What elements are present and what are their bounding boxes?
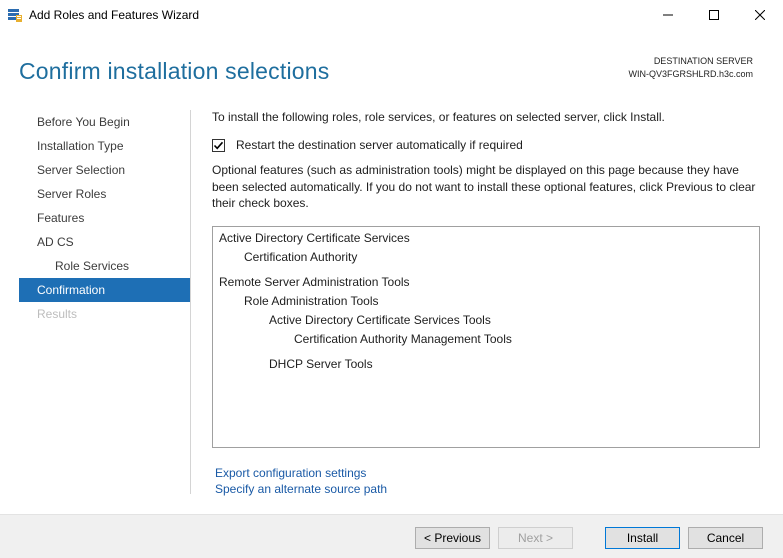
optional-features-note: Optional features (such as administratio… <box>212 163 756 210</box>
export-configuration-link[interactable]: Export configuration settings <box>215 465 387 481</box>
checkmark-icon <box>213 141 224 149</box>
destination-server-label: DESTINATION SERVER <box>653 56 753 66</box>
alternate-source-link[interactable]: Specify an alternate source path <box>215 481 387 497</box>
wizard-header: Confirm installation selections DESTINAT… <box>0 30 783 100</box>
wizard-footer: < Previous Next > Install Cancel <box>0 514 783 558</box>
minimize-icon <box>663 14 673 16</box>
selection-item: Certification Authority <box>244 250 358 264</box>
destination-server-value: WIN-QV3FGRSHLRD.h3c.com <box>628 69 753 79</box>
next-button: Next > <box>498 527 573 549</box>
wizard-nav: Before You Begin Installation Type Serve… <box>19 110 190 326</box>
maximize-icon <box>709 10 719 20</box>
nav-item-results: Results <box>37 307 78 321</box>
intro-text: To install the following roles, role ser… <box>212 110 665 124</box>
nav-item-before-you-begin[interactable]: Before You Begin <box>19 110 190 134</box>
close-icon <box>755 10 765 20</box>
nav-item-confirmation[interactable]: Confirmation <box>19 278 190 302</box>
restart-option[interactable]: Restart the destination server automatic… <box>212 138 523 152</box>
nav-divider <box>190 110 191 494</box>
restart-checkbox[interactable] <box>212 138 225 152</box>
nav-item-features[interactable]: Features <box>19 206 190 230</box>
close-button[interactable] <box>737 0 783 30</box>
maximize-button[interactable] <box>691 0 737 30</box>
restart-label[interactable]: Restart the destination server automatic… <box>236 138 523 152</box>
window-title: Add Roles and Features Wizard <box>29 8 200 22</box>
selection-item: Role Administration Tools <box>244 294 379 308</box>
title-bar: Add Roles and Features Wizard <box>0 0 783 30</box>
install-button[interactable]: Install <box>605 527 680 549</box>
nav-item-ad-cs[interactable]: AD CS <box>19 230 190 254</box>
selection-item: Active Directory Certificate Services <box>219 231 410 245</box>
page-title: Confirm installation selections <box>19 58 330 84</box>
nav-item-server-roles[interactable]: Server Roles <box>19 182 190 206</box>
server-manager-icon <box>8 9 22 22</box>
minimize-button[interactable] <box>645 0 691 30</box>
nav-item-role-services[interactable]: Role Services <box>19 254 190 278</box>
selection-item: Active Directory Certificate Services To… <box>269 313 491 327</box>
selection-list[interactable]: Active Directory Certificate Services Ce… <box>212 226 760 448</box>
cancel-button[interactable]: Cancel <box>688 527 763 549</box>
nav-item-server-selection[interactable]: Server Selection <box>19 158 190 182</box>
selection-item: Certification Authority Management Tools <box>294 332 512 346</box>
previous-button[interactable]: < Previous <box>415 527 490 549</box>
nav-item-installation-type[interactable]: Installation Type <box>19 134 190 158</box>
links-section: Export configuration settings Specify an… <box>215 465 387 497</box>
selection-item: Remote Server Administration Tools <box>219 275 410 289</box>
selection-item: DHCP Server Tools <box>269 357 373 371</box>
